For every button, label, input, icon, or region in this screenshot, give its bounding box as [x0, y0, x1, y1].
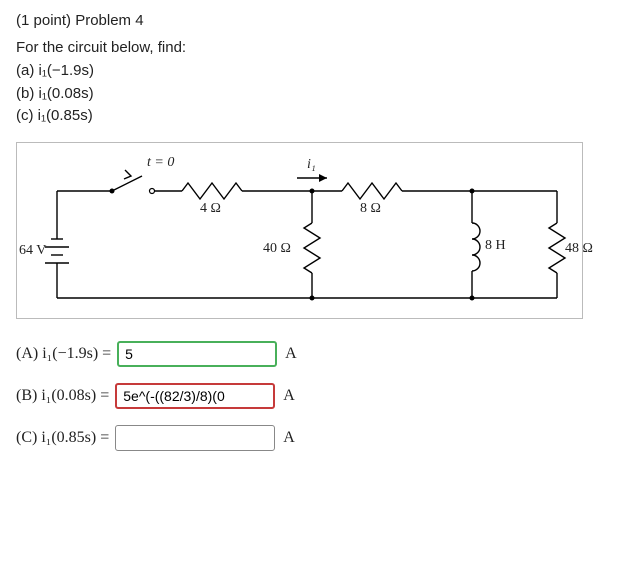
answer-input-a[interactable]: [117, 341, 277, 367]
problem-parts: (a) i₁(−1.9s) (b) i₁(0.08s) (c) i₁(0.85s…: [16, 60, 609, 128]
problem-header: (1 point) Problem 4: [16, 12, 609, 29]
answer-unit-c: A: [283, 429, 295, 447]
part-a: (a) i₁(−1.9s): [16, 60, 609, 83]
label-r4: 4 Ω: [200, 201, 221, 217]
problem-prompt: For the circuit below, find:: [16, 39, 609, 56]
answer-row-c: (C) i₁(0.85s) = A: [16, 425, 609, 451]
label-r48: 48 Ω: [565, 241, 593, 257]
answer-row-b: (B) i₁(0.08s) = A: [16, 383, 609, 409]
part-c: (c) i₁(0.85s): [16, 105, 609, 128]
answer-unit-a: A: [285, 345, 297, 363]
label-i1: i₁: [307, 157, 316, 173]
label-r40: 40 Ω: [263, 241, 291, 257]
label-r8: 8 Ω: [360, 201, 381, 217]
answer-row-a: (A) i₁(−1.9s) = A: [16, 341, 609, 367]
answer-label-b: (B) i₁(0.08s) =: [16, 387, 109, 405]
label-t0: t = 0: [147, 155, 174, 171]
answer-label-c: (C) i₁(0.85s) =: [16, 429, 109, 447]
answer-input-b[interactable]: [115, 383, 275, 409]
label-h8: 8 H: [485, 238, 506, 254]
circuit-svg: [17, 143, 582, 318]
part-b: (b) i₁(0.08s): [16, 83, 609, 106]
answer-label-a: (A) i₁(−1.9s) =: [16, 345, 111, 363]
answer-input-c[interactable]: [115, 425, 275, 451]
circuit-diagram: t = 0 i₁ 4 Ω 8 Ω 40 Ω 8 H 48 Ω 64 V: [16, 142, 583, 319]
label-v64: 64 V: [19, 243, 46, 259]
answer-unit-b: A: [283, 387, 295, 405]
